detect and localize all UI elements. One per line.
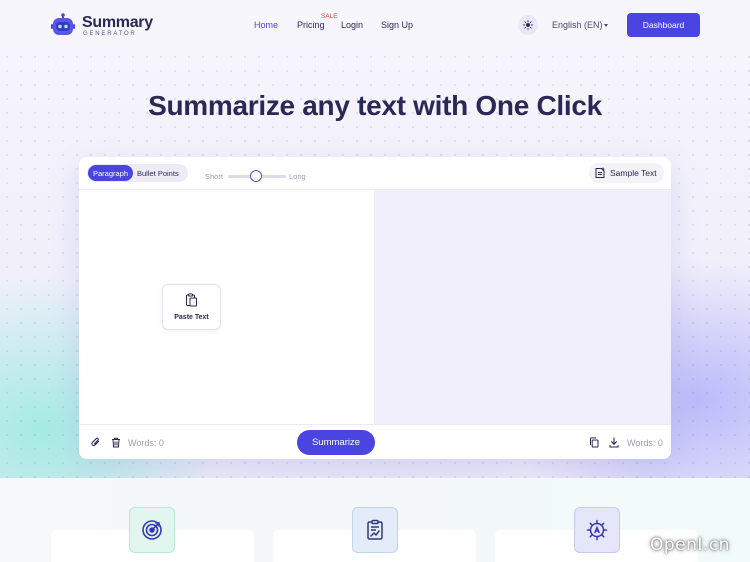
document-import-icon xyxy=(594,167,606,179)
feature-badge xyxy=(574,507,620,553)
clipboard-chart-icon xyxy=(363,518,387,542)
summary-output-area xyxy=(375,190,671,424)
language-selector[interactable]: English (EN) xyxy=(552,20,603,30)
nav-login-link[interactable]: Login xyxy=(341,20,363,30)
editor-toolbar: Paragraph Bullet Points Short Long Sampl… xyxy=(79,157,671,190)
editor-footer: Words: 0 Summarize Words: 0 xyxy=(79,424,671,459)
mode-paragraph-button[interactable]: Paragraph xyxy=(88,165,133,181)
sample-text-button[interactable]: Sample Text xyxy=(589,163,664,183)
dashboard-button[interactable]: Dashboard xyxy=(627,13,700,37)
chevron-down-icon xyxy=(604,24,608,27)
paste-text-button[interactable]: Paste Text xyxy=(162,284,221,330)
paste-text-label: Paste Text xyxy=(174,314,209,321)
mode-toggle: Paragraph Bullet Points xyxy=(87,164,188,182)
input-word-count: Words: 0 xyxy=(128,438,164,448)
clipboard-icon xyxy=(185,293,198,312)
robot-icon[interactable] xyxy=(51,13,75,37)
hero-title: Summarize any text with One Click xyxy=(148,90,602,121)
feature-badge xyxy=(129,507,175,553)
theme-toggle-button[interactable] xyxy=(518,15,538,35)
nav-pricing-link[interactable]: Pricing xyxy=(297,20,325,30)
length-short-label: Short xyxy=(205,172,223,181)
download-icon[interactable] xyxy=(609,437,619,448)
paperclip-icon[interactable] xyxy=(91,437,101,448)
length-slider-thumb[interactable] xyxy=(249,170,262,182)
top-navigation: Summary GENERATOR Home Pricing SALE Logi… xyxy=(0,0,750,50)
watermark: OpenI.cn xyxy=(650,535,730,555)
output-word-count: Words: 0 xyxy=(627,438,663,448)
logo-subtitle: GENERATOR xyxy=(83,31,137,37)
trash-icon[interactable] xyxy=(111,437,121,448)
feature-badge xyxy=(352,507,398,553)
logo-title[interactable]: Summary xyxy=(82,14,153,32)
sample-text-label: Sample Text xyxy=(610,168,657,178)
length-long-label: Long xyxy=(289,172,306,181)
input-text-area[interactable]: Paste Text xyxy=(79,190,375,424)
copy-icon[interactable] xyxy=(589,437,599,448)
sun-icon xyxy=(523,20,533,30)
nav-signup-link[interactable]: Sign Up xyxy=(381,20,413,30)
mode-bullet-points-button[interactable]: Bullet Points xyxy=(137,165,179,181)
sale-badge: SALE xyxy=(321,13,338,20)
gear-ai-icon xyxy=(585,518,609,542)
summarizer-card: Paragraph Bullet Points Short Long Sampl… xyxy=(79,157,671,459)
summarize-button[interactable]: Summarize xyxy=(297,430,375,455)
nav-home-link[interactable]: Home xyxy=(254,20,278,30)
target-icon xyxy=(140,518,164,542)
